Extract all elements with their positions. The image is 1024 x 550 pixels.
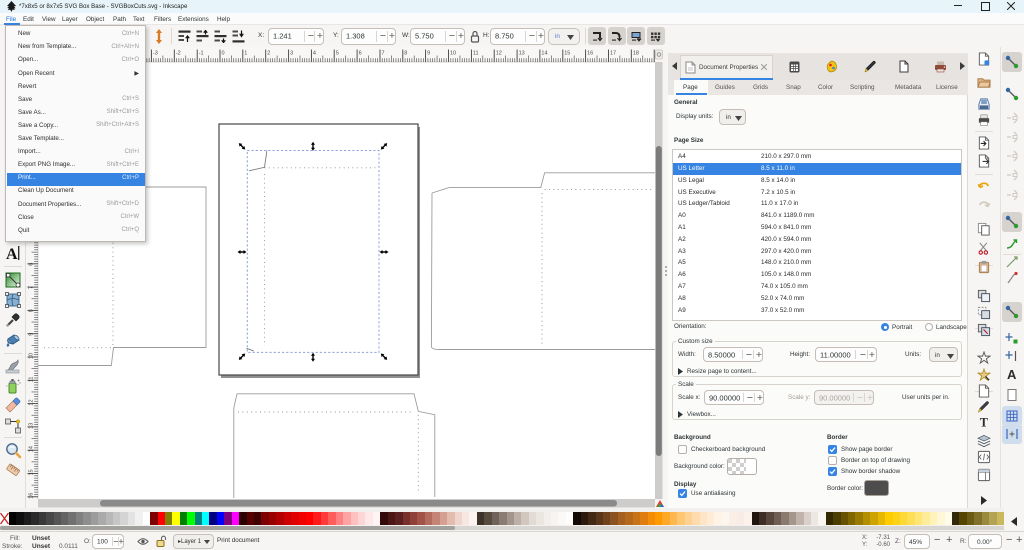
- svg-text:T: T: [980, 416, 988, 429]
- svg-text:6: 6: [359, 51, 362, 57]
- svg-text:15: 15: [29, 469, 35, 475]
- svg-text:16: 16: [587, 51, 593, 57]
- svg-text:4: 4: [313, 51, 316, 57]
- svg-text:8: 8: [404, 51, 407, 57]
- svg-text:7: 7: [382, 51, 385, 57]
- svg-text:10: 10: [450, 51, 456, 57]
- svg-text:-3: -3: [153, 51, 158, 57]
- svg-text:2: 2: [267, 51, 270, 57]
- svg-text:5: 5: [336, 51, 339, 57]
- svg-text:11: 11: [29, 377, 35, 383]
- svg-text:8: 8: [29, 309, 35, 312]
- svg-text:13: 13: [519, 51, 525, 57]
- svg-text:14: 14: [29, 446, 35, 452]
- svg-text:10: 10: [29, 353, 35, 359]
- svg-text:12: 12: [496, 51, 502, 57]
- svg-text:7: 7: [29, 286, 35, 289]
- svg-text:12: 12: [29, 399, 35, 405]
- svg-text:-2: -2: [176, 51, 181, 57]
- svg-text:A: A: [6, 246, 18, 262]
- svg-text:A: A: [1007, 367, 1017, 381]
- svg-text:-1: -1: [199, 51, 204, 57]
- svg-text:3: 3: [290, 51, 293, 57]
- svg-text:18: 18: [633, 51, 639, 57]
- svg-text:0: 0: [222, 51, 225, 57]
- svg-text:13: 13: [29, 423, 35, 429]
- svg-text:1: 1: [244, 51, 247, 57]
- svg-text:9: 9: [427, 51, 430, 57]
- svg-text:17: 17: [610, 51, 616, 57]
- svg-text:15: 15: [564, 51, 570, 57]
- svg-text:9: 9: [29, 333, 35, 336]
- svg-text:16: 16: [29, 493, 35, 499]
- svg-text:14: 14: [541, 51, 547, 57]
- svg-text:6: 6: [29, 263, 35, 266]
- svg-text:11: 11: [473, 51, 479, 57]
